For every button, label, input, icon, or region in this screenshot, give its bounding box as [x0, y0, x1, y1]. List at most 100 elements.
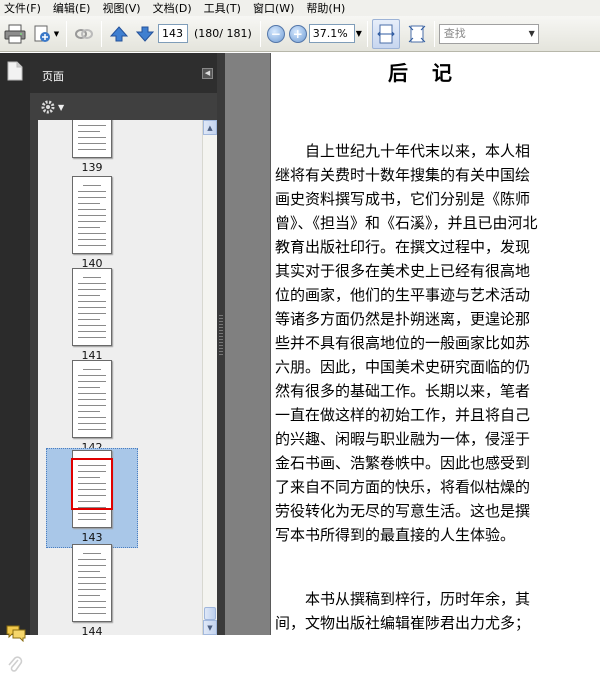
page-title: 后 记 [388, 61, 454, 85]
scroll-up-icon[interactable]: ▲ [203, 120, 217, 135]
paragraph-1: 自上世纪九十年代末以来，本人相 继将有关费时十数年搜集的有关中国绘 画史资料撰写成书… [275, 139, 538, 547]
thumbnail-text-line [78, 513, 106, 514]
thumbnail-text-line [78, 411, 100, 412]
thumbnail-text-line [78, 571, 100, 572]
toolbar: ▼ (180/ 181) − + ▼ 查找 ▼ [0, 16, 600, 52]
fit-page-icon[interactable] [404, 20, 430, 48]
text-line: 然有很多的基础工作。长期以来，笔者 [275, 382, 531, 400]
text-line: 位的画家，他们的生平事迹与艺术活动 [275, 286, 531, 304]
search-input[interactable]: 查找 ▼ [438, 23, 539, 44]
thumbnail-text-line [78, 607, 106, 608]
thumbnail-text-line [78, 331, 106, 332]
toolbar-separator [101, 20, 102, 47]
text-line: 些并不具有很高地位的一般画家比如苏 [275, 334, 531, 352]
thumbnail-label: 139 [81, 161, 103, 174]
menu-window[interactable]: 窗口(W) [253, 0, 294, 16]
printer-icon[interactable] [2, 20, 28, 48]
thumbnail-text-line [78, 589, 106, 590]
thumbnail-text-line [78, 307, 106, 308]
thumbnail-text-line [78, 381, 106, 382]
thumbnail-scrollbar[interactable]: ▲ ▼ [202, 120, 217, 635]
page-thumbnail[interactable] [72, 268, 112, 346]
search-placeholder: 查找 [443, 26, 466, 40]
thumbnail-text-line [78, 601, 106, 602]
thumbnail-text-line [78, 295, 100, 296]
text-line: 曾》、《担当》和《石溪》，并且已由河北 [275, 214, 538, 232]
thumbnail-list: 139140141142143144 [38, 120, 202, 635]
page-thumbnail[interactable] [72, 120, 112, 158]
panel-title: 页面 [42, 70, 64, 83]
link-icon[interactable] [71, 20, 97, 48]
thumbnail-text-line [78, 239, 106, 240]
zoom-in-icon[interactable]: + [287, 20, 309, 48]
menu-view[interactable]: 视图(V) [102, 0, 140, 16]
thumbnail-text-line [83, 185, 101, 186]
text-line: 自上世纪九十年代末以来，本人相 [275, 142, 531, 160]
thumbnail-text-line [78, 393, 106, 394]
menu-help[interactable]: 帮助(H) [306, 0, 345, 16]
thumbnail-text-line [78, 399, 106, 400]
pages-icon[interactable] [7, 61, 23, 84]
menu-bar: 文件(F) 编辑(E) 视图(V) 文档(D) 工具(T) 窗口(W) 帮助(H… [0, 0, 600, 16]
menu-edit[interactable]: 编辑(E) [53, 0, 91, 16]
prev-page-arrow-icon[interactable] [106, 20, 132, 48]
scrollbar-thumb[interactable] [204, 607, 216, 620]
paperclip-icon[interactable] [7, 655, 23, 678]
page-thumbnail[interactable] [72, 360, 112, 438]
page-number-input[interactable] [158, 24, 188, 43]
gear-icon[interactable]: ▼ [40, 99, 64, 115]
thumbnail-text-line [78, 319, 100, 320]
thumbnail-text-line [78, 137, 106, 138]
search-dropdown-icon[interactable]: ▼ [529, 25, 538, 43]
thumbnail-text-line [83, 553, 101, 554]
thumbnail-text-line [78, 417, 106, 418]
thumbnail-text-line [78, 565, 106, 566]
thumbnail-text-line [78, 405, 106, 406]
thumbnail-text-line [78, 325, 106, 326]
thumbnail-text-line [78, 429, 106, 430]
thumbnail-text-line [78, 613, 106, 614]
page-thumbnail[interactable] [72, 176, 112, 254]
pages-panel: 139140141142143144 ▲ ▼ [30, 120, 217, 635]
panel-splitter[interactable] [217, 53, 225, 635]
thumbnail-label: 143 [81, 531, 103, 544]
toolbar-separator [433, 20, 435, 47]
page-thumbnail[interactable] [72, 544, 112, 622]
thumbnail-text-line [78, 245, 106, 246]
document-page: 后 记 自上世纪九十年代末以来，本人相 继将有关费时十数年搜集的有关中国绘 画史资料… [270, 53, 600, 635]
visible-area-frame[interactable] [71, 458, 113, 510]
next-page-arrow-icon[interactable] [132, 20, 158, 48]
text-line: 一直在做这样的初始工作，并且将自己 [275, 406, 531, 424]
thumbnail-text-line [78, 149, 106, 150]
share-icon[interactable]: ▼ [28, 20, 62, 48]
pages-panel-header: 页面 ◀ [30, 53, 217, 93]
thumbnail-text-line [78, 577, 106, 578]
thumbnail-text-line [78, 215, 106, 216]
menu-file[interactable]: 文件(F) [4, 0, 41, 16]
thumbnail-text-line [78, 595, 100, 596]
fit-width-icon[interactable] [371, 18, 400, 49]
panel-options-bar: ▼ [30, 93, 217, 120]
text-line: 其实对于很多在美术史上已经有很高地 [275, 262, 531, 280]
document-view: 后 记 自上世纪九十年代末以来，本人相 继将有关费时十数年搜集的有关中国绘 画史资料… [225, 53, 600, 635]
text-line: 的兴趣、闲暇与职业融为一体，侵淫于 [275, 430, 531, 448]
splitter-grip[interactable] [219, 315, 223, 355]
menu-tools[interactable]: 工具(T) [204, 0, 241, 16]
scroll-down-icon[interactable]: ▼ [203, 620, 217, 635]
thumbnail-text-line [78, 283, 106, 284]
thumbnail-text-line [78, 387, 100, 388]
text-line: 等诸多方面仍然是扑朔迷离，更遑论那 [275, 310, 531, 328]
thumbnail-text-line [78, 209, 106, 210]
thumbnail-text-line [78, 519, 106, 520]
thumbnail-text-line [78, 375, 106, 376]
collapse-panel-button[interactable]: ◀ [202, 68, 213, 79]
zoom-input[interactable] [308, 24, 355, 43]
thumbnail-text-line [78, 583, 106, 584]
text-line: 了来自不同方面的快乐，将看似枯燥的 [275, 478, 531, 496]
thumbnail-text-line [83, 277, 101, 278]
menu-document[interactable]: 文档(D) [153, 0, 192, 16]
thumbnail-text-line [78, 191, 106, 192]
thumbnail-text-line [78, 423, 106, 424]
zoom-out-icon[interactable]: − [265, 20, 287, 48]
zoom-dropdown-icon[interactable]: ▼ [355, 24, 363, 43]
